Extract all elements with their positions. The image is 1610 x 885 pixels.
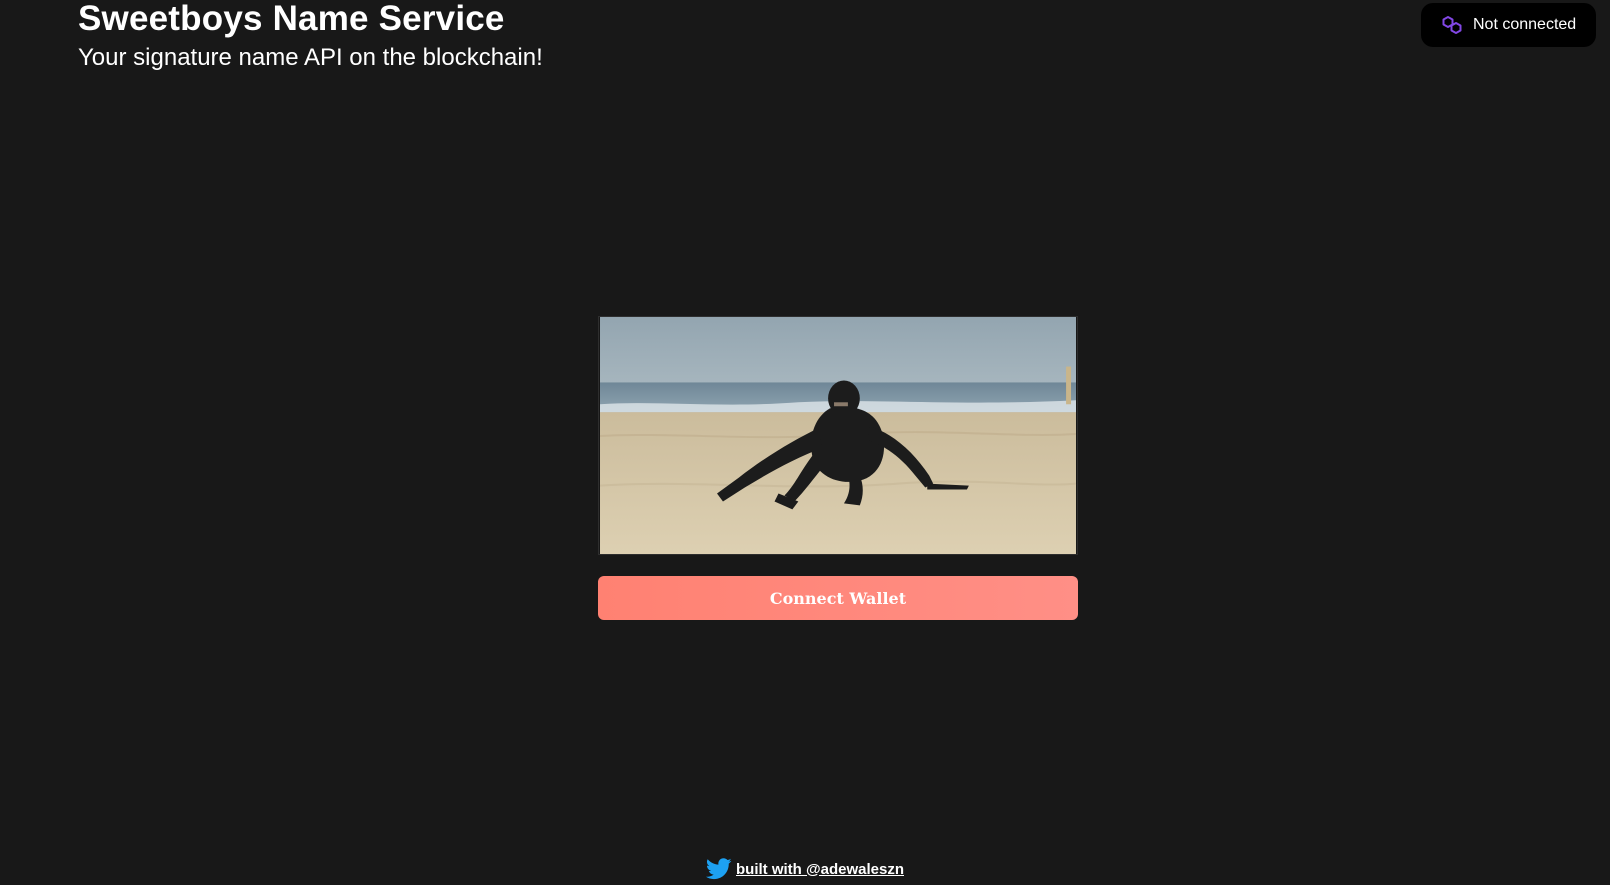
page: Sweetboys Name Service Your signature na…	[0, 0, 1610, 885]
twitter-credit-link[interactable]: built with @adewaleszn	[736, 861, 904, 878]
header: Sweetboys Name Service Your signature na…	[78, 0, 543, 76]
page-title: Sweetboys Name Service	[78, 0, 505, 38]
main-content: Connect Wallet	[598, 316, 1078, 620]
connect-wallet-button[interactable]: Connect Wallet	[598, 576, 1078, 620]
footer: built with @adewaleszn	[0, 858, 1610, 880]
network-status-pill[interactable]: Not connected	[1421, 3, 1596, 47]
page-subtitle: Your signature name API on the blockchai…	[78, 44, 543, 71]
twitter-icon	[705, 858, 732, 880]
polygon-icon	[1441, 14, 1463, 36]
connection-status-text: Not connected	[1473, 16, 1577, 33]
hero-image	[598, 316, 1078, 555]
